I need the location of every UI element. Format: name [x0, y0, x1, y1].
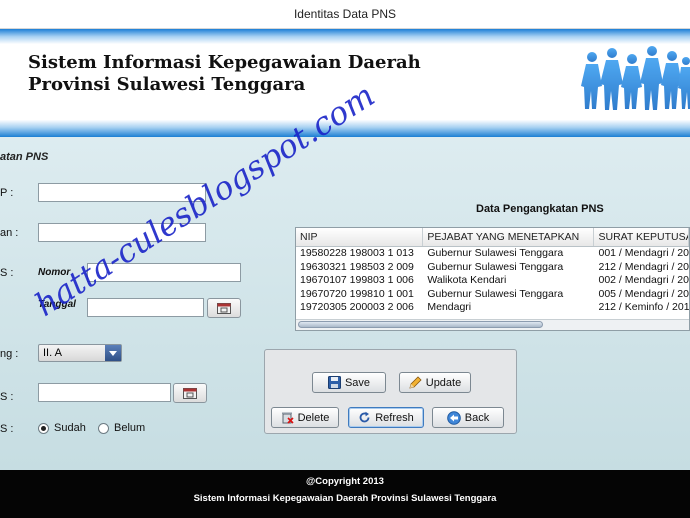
banner-title: Sistem Informasi Kepegawaian Daerah Prov… [28, 52, 421, 96]
tmt-calendar-button[interactable] [173, 383, 207, 403]
calendar-icon [217, 302, 231, 314]
back-arrow-icon [446, 410, 461, 425]
table-cell: 19630321 198503 2 009 [300, 260, 414, 273]
table-cell: Mendagri [427, 301, 472, 313]
refresh-icon [359, 411, 370, 423]
save-button-label: Save [344, 376, 371, 389]
horizontal-scrollbar[interactable] [296, 319, 689, 330]
label-nip: P : [0, 187, 14, 199]
table-cell: 212 / Keminfo / 201 [598, 301, 690, 313]
table-cell: 002 / Mendagri / 200 [598, 274, 690, 286]
back-button[interactable]: Back [432, 407, 504, 428]
table-cell: Gubernur Sulawesi Tenggara [427, 260, 564, 273]
radio-dot-selected[interactable] [38, 422, 49, 434]
button-panel: Save Update Delete Refresh Back [264, 349, 517, 434]
banner-title-line1: Sistem Informasi Kepegawaian Daerah [28, 52, 421, 73]
window-title: Identitas Data PNS [293, 7, 397, 21]
label-sk: S : [0, 267, 14, 279]
table-cell: 19670107 199803 1 006 [300, 274, 414, 286]
label-status: S : [0, 423, 14, 435]
table-cell: 001 / Mendagri / 200 [598, 247, 690, 259]
chevron-down-icon[interactable] [105, 345, 121, 361]
label-golongan: ng : [0, 348, 19, 360]
save-button[interactable]: Save [312, 372, 386, 393]
data-table[interactable]: NIP PEJABAT YANG MENETAPKAN SURAT KEPUTU… [295, 227, 690, 331]
nama-input[interactable] [38, 223, 206, 242]
main-form-area: atan PNS P : an : S : Nomor Tanggal ng :… [0, 137, 690, 470]
delete-button-label: Delete [297, 411, 330, 424]
column-header[interactable]: SURAT KEPUTUSAN [594, 228, 689, 246]
pencil-icon [409, 376, 422, 389]
footer: @Copyright 2013 Sistem Informasi Kepegaw… [0, 470, 690, 518]
refresh-button-label: Refresh [375, 411, 414, 424]
table-cell: 212 / Mendagri / 200 [598, 260, 690, 273]
update-button-label: Update [425, 376, 462, 389]
table-cell: Walikota Kendari [427, 274, 507, 286]
footer-app-name: Sistem Informasi Kepegawaian Daerah Prov… [193, 493, 497, 504]
table-cell: 19720305 200003 2 006 [300, 301, 414, 313]
tmt-input[interactable] [38, 383, 171, 402]
column-header[interactable]: PEJABAT YANG MENETAPKAN [423, 228, 595, 246]
footer-copyright: @Copyright 2013 [306, 476, 384, 487]
label-nomor: Nomor [38, 267, 71, 278]
nomor-input[interactable] [87, 263, 241, 282]
section-title: atan PNS [0, 151, 49, 163]
tanggal-calendar-button[interactable] [207, 298, 241, 318]
tanggal-input[interactable] [87, 298, 204, 317]
update-button[interactable]: Update [399, 372, 471, 393]
header-banner: Sistem Informasi Kepegawaian Daerah Prov… [0, 29, 690, 137]
table-row[interactable]: 19630321 198503 2 009 Gubernur Sulawesi … [296, 261, 689, 275]
calendar-icon [183, 387, 197, 399]
delete-button[interactable]: Delete [271, 407, 339, 428]
banner-title-line2: Provinsi Sulawesi Tenggara [28, 74, 306, 95]
radio-sudah-label: Sudah [54, 422, 86, 434]
radio-belum[interactable]: Belum [98, 422, 145, 434]
radio-dot[interactable] [98, 422, 109, 434]
table-cell: 19670720 199810 1 001 [300, 287, 414, 300]
window-titlebar: Identitas Data PNS [0, 0, 690, 29]
label-tmt: S : [0, 391, 14, 403]
golongan-selected-value: II. A [43, 347, 62, 359]
table-header: NIP PEJABAT YANG MENETAPKAN SURAT KEPUTU… [296, 228, 689, 247]
label-nama: an : [0, 227, 19, 239]
table-cell: 19580228 198003 1 013 [300, 247, 414, 259]
column-header[interactable]: NIP [296, 228, 424, 246]
label-tanggal: Tanggal [38, 299, 76, 310]
table-cell: 005 / Mendagri / 200 [598, 287, 690, 300]
table-cell: Gubernur Sulawesi Tenggara [427, 247, 564, 259]
table-row[interactable]: 19580228 198003 1 013 Gubernur Sulawesi … [296, 247, 689, 261]
floppy-disk-icon [327, 376, 341, 389]
trash-icon [281, 412, 294, 424]
nip-input[interactable] [38, 183, 206, 202]
table-row[interactable]: 19670107 199803 1 006 Walikota Kendari 0… [296, 274, 689, 288]
table-title: Data Pengangkatan PNS [476, 203, 604, 215]
table-cell: Gubernur Sulawesi Tenggara [427, 287, 564, 300]
radio-sudah[interactable]: Sudah [38, 422, 86, 434]
scrollbar-thumb[interactable] [298, 321, 543, 328]
back-button-label: Back [464, 411, 490, 424]
people-silhouette-icon [581, 46, 690, 110]
golongan-select[interactable]: II. A [38, 344, 122, 362]
refresh-button[interactable]: Refresh [348, 407, 424, 428]
table-row[interactable]: 19720305 200003 2 006 Mendagri 212 / Kem… [296, 301, 689, 315]
radio-belum-label: Belum [114, 422, 146, 434]
table-row[interactable]: 19670720 199810 1 001 Gubernur Sulawesi … [296, 288, 689, 302]
